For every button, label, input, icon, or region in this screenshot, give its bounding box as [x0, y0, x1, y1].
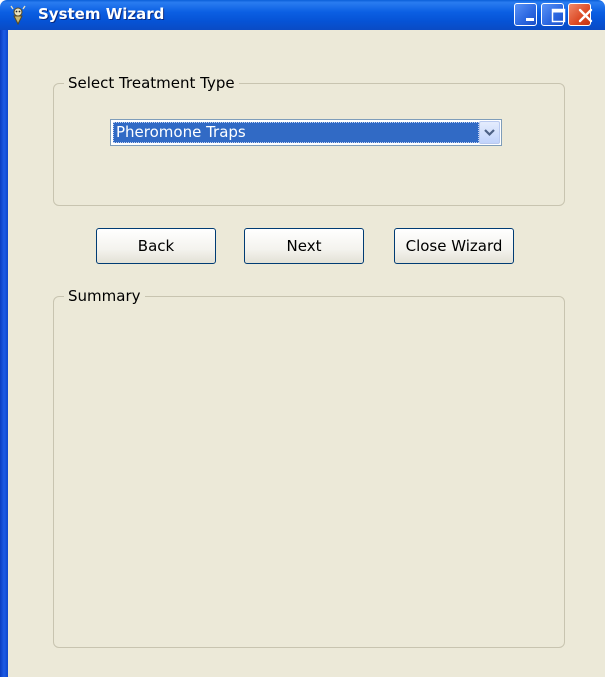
- app-icon: [8, 5, 28, 26]
- minimize-button[interactable]: [514, 3, 537, 26]
- close-window-button[interactable]: [568, 3, 593, 26]
- minimize-icon: [526, 18, 534, 21]
- back-button[interactable]: Back: [96, 228, 216, 264]
- maximize-icon: [551, 8, 566, 23]
- window-title: System Wizard: [38, 5, 165, 23]
- treatment-type-legend: Select Treatment Type: [68, 74, 235, 92]
- title-bar[interactable]: System Wizard: [0, 0, 605, 30]
- treatment-type-selected-value: Pheromone Traps: [113, 122, 479, 143]
- summary-group: Summary: [53, 287, 565, 648]
- treatment-type-select[interactable]: Pheromone Traps: [110, 119, 502, 146]
- summary-legend: Summary: [68, 287, 141, 305]
- close-wizard-button[interactable]: Close Wizard: [394, 228, 514, 264]
- window-frame: [0, 30, 8, 677]
- chevron-down-icon: [484, 129, 495, 137]
- close-icon: [578, 8, 593, 23]
- wizard-window: System Wizard Select Treatment Type Pher…: [0, 0, 605, 677]
- maximize-button[interactable]: [541, 3, 566, 26]
- dropdown-button[interactable]: [479, 121, 500, 144]
- next-button[interactable]: Next: [244, 228, 364, 264]
